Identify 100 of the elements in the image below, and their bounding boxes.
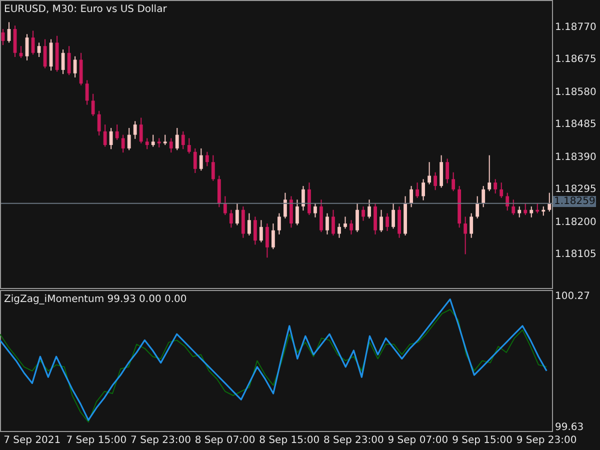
candlestick [524,202,528,216]
candlestick [530,206,534,218]
candlestick [398,206,401,238]
indicator-label: ZigZag_iMomentum 99.93 0.00 0.00 [4,294,187,305]
candlestick [536,202,540,214]
time-label: 7 Sep 15:00 [66,435,127,446]
candlestick [169,138,173,154]
candlestick [127,127,131,151]
candlestick [97,110,101,136]
candlestick [19,46,23,59]
price-label: 1.18105 [555,248,596,260]
time-label: 7 Sep 23:00 [130,435,191,446]
candlestick [181,130,185,150]
candlestick [265,223,269,258]
candlestick [410,185,413,208]
candlestick [85,80,89,106]
candlestick [314,202,317,218]
candlestick [211,154,215,182]
candlestick [428,162,432,185]
candlestick [139,117,143,144]
candlestick [308,182,311,216]
candlestick [235,202,239,226]
candlestick [452,172,456,192]
time-label: 8 Sep 15:00 [259,435,320,446]
candlestick [344,216,347,230]
candlestick [548,192,552,212]
candlestick [205,151,209,167]
candlestick [518,206,522,218]
candlestick [296,199,299,226]
candlestick [145,138,149,150]
candlestick [380,209,383,233]
candlestick [163,134,167,146]
candlestick [241,206,245,238]
candlestick [175,127,179,151]
candlestick [422,178,426,201]
candlestick [253,216,257,246]
candlestick [386,212,389,232]
price-label: 1.18675 [555,54,596,66]
price-label: 1.18485 [555,119,596,130]
candlestick [320,199,323,233]
candlestick [302,185,305,212]
candlestick [374,202,377,235]
candlestick [488,154,492,192]
axis-tick-label: 99.63 [555,422,584,434]
candlestick [416,182,419,198]
candlestick [121,134,125,154]
time-label: 9 Sep 23:00 [516,435,577,446]
candlestick [199,148,203,172]
candlestick [109,127,113,150]
candlestick [229,209,233,228]
candlestick [73,56,77,78]
chart-title: EURUSD, M30: Euro vs US Dollar [4,4,167,15]
candlestick [290,196,293,228]
candlestick [79,52,83,86]
candlestick [217,175,221,208]
candlestick [506,192,510,212]
time-label: 8 Sep 07:00 [194,435,256,446]
candlestick [338,223,341,238]
candlestick [247,212,251,236]
time-label: 7 Sep 2021 [4,435,61,446]
candlestick [464,216,468,255]
candlestick [500,182,504,198]
candlestick [157,138,161,148]
candlestick [368,199,371,219]
candlestick [133,120,137,140]
candlestick [115,124,119,140]
candlestick [350,220,353,235]
candlestick [476,196,480,219]
candlestick [187,138,191,154]
candlestick [440,154,444,188]
candlestick [494,178,498,194]
candlestick [103,124,107,148]
candlestick [392,202,395,230]
candlestick [332,209,335,236]
candlestick [223,196,227,216]
candlestick [326,212,329,235]
candlestick [259,220,263,243]
candlestick [272,223,275,250]
candlestick [446,158,450,184]
candlestick [434,172,438,191]
candlestick [542,206,546,216]
candlestick [482,185,486,208]
candlestick [151,134,155,148]
time-label: 9 Sep 07:00 [388,435,448,446]
time-label: 8 Sep 23:00 [323,435,384,446]
price-label: 1.18770 [555,22,596,33]
time-label: 9 Sep 15:00 [452,435,512,446]
candlestick [356,202,359,233]
candlestick [362,206,365,222]
candlestick [91,93,95,117]
candlestick [512,199,516,216]
candlestick [470,212,474,238]
price-label: 1.18200 [555,216,596,228]
candlestick [193,148,197,174]
candlestick [37,42,41,58]
axis-tick-label: 100.27 [555,291,590,302]
price-label: 1.18580 [555,86,596,98]
current-price-label: 1.18259 [553,196,596,208]
price-label: 1.18295 [555,184,596,196]
candlestick [284,192,287,219]
